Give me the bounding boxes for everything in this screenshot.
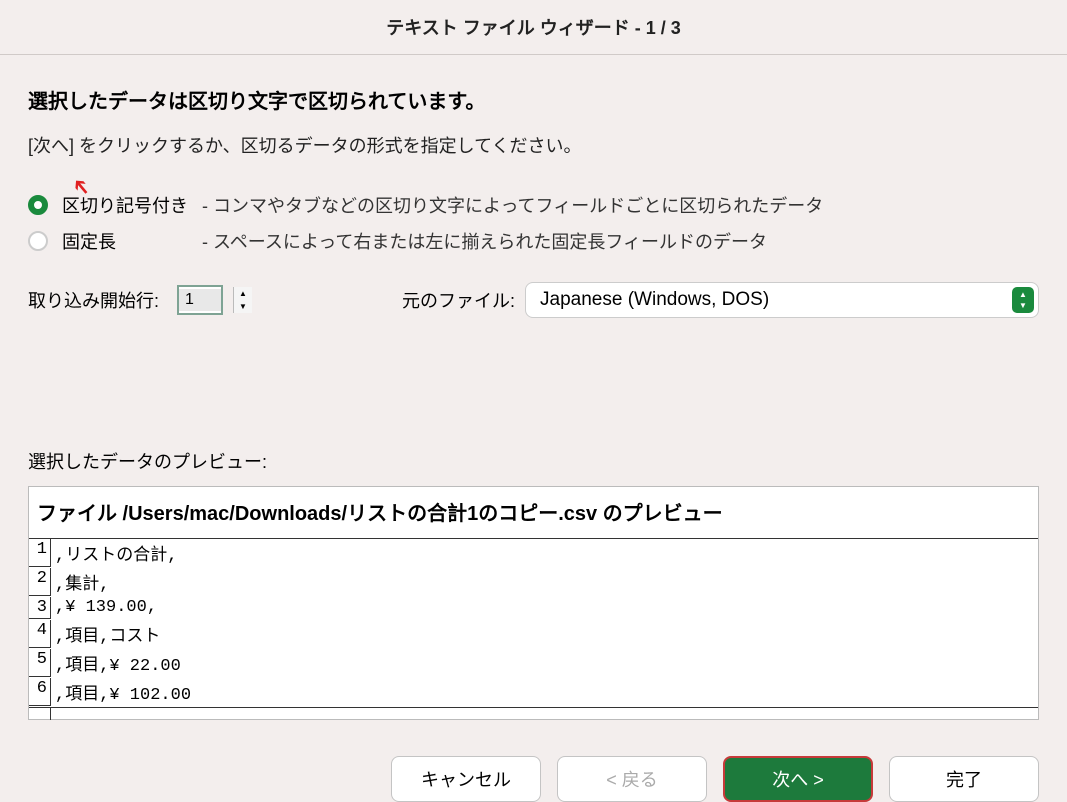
- radio-fixed-desc: - スペースによって右または左に揃えられた固定長フィールドのデータ: [202, 228, 767, 254]
- radio-fixed-row[interactable]: 固定長 - スペースによって右または左に揃えられた固定長フィールドのデータ: [28, 228, 1039, 254]
- radio-delimited-row[interactable]: ➔ 区切り記号付き - コンマやタブなどの区切り文字によってフィールドごとに区切…: [28, 192, 1039, 218]
- encoding-value: Japanese (Windows, DOS): [540, 289, 769, 311]
- preview-row-num: 3: [29, 597, 51, 619]
- cancel-button[interactable]: キャンセル: [391, 756, 541, 802]
- preview-header: ファイル /Users/mac/Downloads/リストの合計1のコピー.cs…: [29, 487, 1038, 538]
- encoding-label: 元のファイル:: [402, 287, 515, 313]
- main-heading: 選択したデータは区切り文字で区切られています。: [28, 85, 1039, 114]
- preview-row: 4 ,項目,コスト: [29, 620, 1038, 649]
- preview-row-text: ,項目,¥ 22.00: [51, 649, 185, 677]
- preview-box: ファイル /Users/mac/Downloads/リストの合計1のコピー.cs…: [28, 486, 1039, 720]
- preview-row-num: 1: [29, 539, 51, 567]
- preview-row-text: ,項目,コスト: [51, 620, 164, 648]
- preview-row-text: ,¥ 139.00,: [51, 597, 161, 619]
- preview-row-num: 5: [29, 649, 51, 677]
- preview-row-text: ,項目,¥ 102.00: [51, 678, 195, 706]
- instruction-text: [次へ] をクリックするか、区切るデータの形式を指定してください。: [28, 132, 1039, 158]
- preview-table: 1 ,リストの合計, 2 ,集計, 3 ,¥ 139.00, 4 ,項目,コスト…: [29, 538, 1038, 719]
- radio-delimited-desc: - コンマやタブなどの区切り文字によってフィールドごとに区切られたデータ: [202, 192, 823, 218]
- radio-fixed[interactable]: [28, 231, 48, 251]
- preview-row-text: ,集計,: [51, 568, 113, 596]
- next-button[interactable]: 次へ >: [723, 756, 873, 802]
- spinner-down-icon[interactable]: ▼: [234, 300, 252, 313]
- preview-row: 2 ,集計,: [29, 568, 1038, 597]
- preview-row-text: ,リストの合計,: [51, 539, 181, 567]
- preview-row-num: 2: [29, 568, 51, 596]
- button-bar: キャンセル < 戻る 次へ > 完了: [0, 740, 1067, 802]
- radio-delimited[interactable]: [28, 195, 48, 215]
- start-row-label: 取り込み開始行:: [28, 287, 159, 313]
- preview-row: 6 ,項目,¥ 102.00: [29, 678, 1038, 707]
- dropdown-arrows-icon[interactable]: ▲▼: [1012, 287, 1034, 313]
- preview-row: 3 ,¥ 139.00,: [29, 597, 1038, 620]
- start-row-input[interactable]: [179, 289, 221, 311]
- preview-row: 1 ,リストの合計,: [29, 539, 1038, 568]
- back-button: < 戻る: [557, 756, 707, 802]
- encoding-select[interactable]: Japanese (Windows, DOS) ▲▼: [525, 282, 1039, 318]
- radio-fixed-label: 固定長: [62, 228, 202, 254]
- window-title: テキスト ファイル ウィザード - 1 / 3: [0, 0, 1067, 55]
- finish-button[interactable]: 完了: [889, 756, 1039, 802]
- preview-row-num: 6: [29, 678, 51, 706]
- preview-label: 選択したデータのプレビュー:: [28, 448, 1039, 474]
- preview-row-num: 4: [29, 620, 51, 648]
- preview-row: 5 ,項目,¥ 22.00: [29, 649, 1038, 678]
- spinner-up-icon[interactable]: ▲: [234, 287, 252, 300]
- start-row-spinner[interactable]: [177, 285, 223, 315]
